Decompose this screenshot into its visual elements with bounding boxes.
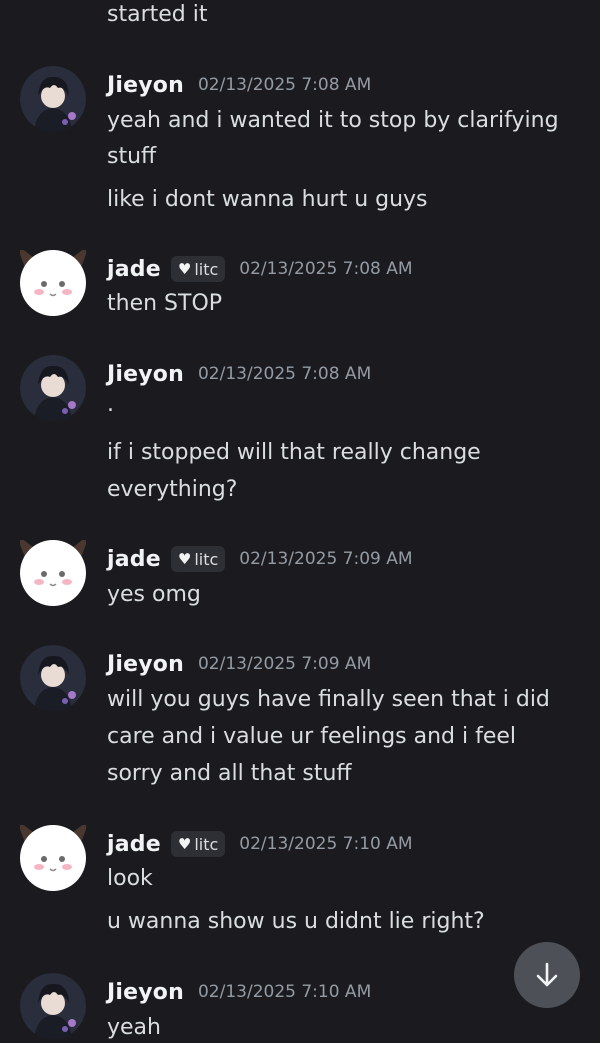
message-line: like i dont wanna hurt u guys — [107, 187, 428, 212]
username[interactable]: jade — [107, 547, 161, 572]
message-line: then STOP — [107, 291, 223, 316]
avatar-jieyon[interactable] — [20, 973, 86, 1039]
tag-label: litc — [194, 259, 219, 279]
message-line: stuff — [107, 144, 157, 169]
message-line: started it — [107, 2, 208, 27]
message-line: yes omg — [107, 582, 201, 607]
message-header: Jieyon 02/13/2025 7:10 AM — [107, 977, 371, 1007]
role-tag[interactable]: ♥ litc — [170, 256, 226, 282]
avatar-jieyon[interactable] — [20, 645, 86, 711]
username[interactable]: jade — [107, 832, 161, 857]
message-header: jade ♥ litc 02/13/2025 7:08 AM — [107, 254, 413, 284]
message-line: everything? — [107, 477, 238, 502]
message-line: yeah — [107, 1015, 161, 1040]
timestamp: 02/13/2025 7:08 AM — [197, 75, 372, 95]
heart-icon: ♥ — [177, 260, 192, 278]
username[interactable]: Jieyon — [107, 980, 184, 1005]
username[interactable]: Jieyon — [107, 73, 184, 98]
message-header: Jieyon 02/13/2025 7:09 AM — [107, 649, 371, 679]
message-line: look — [107, 866, 153, 891]
heart-icon: ♥ — [177, 550, 192, 568]
message-line: sorry and all that stuff — [107, 761, 352, 786]
scroll-to-bottom-button[interactable] — [514, 942, 580, 1008]
username[interactable]: jade — [107, 257, 161, 282]
avatar-jade[interactable] — [20, 250, 86, 316]
timestamp: 02/13/2025 7:09 AM — [239, 549, 413, 569]
message-line: will you guys have finally seen that i d… — [107, 687, 550, 712]
role-tag[interactable]: ♥ litc — [170, 546, 226, 572]
timestamp: 02/13/2025 7:10 AM — [239, 834, 413, 854]
message-header: jade ♥ litc 02/13/2025 7:10 AM — [107, 829, 413, 859]
avatar-jieyon[interactable] — [20, 66, 86, 132]
avatar-jade[interactable] — [20, 825, 86, 891]
arrow-down-icon — [536, 962, 558, 987]
username[interactable]: Jieyon — [107, 652, 184, 677]
message-header: Jieyon 02/13/2025 7:08 AM — [107, 359, 371, 389]
timestamp: 02/13/2025 7:08 AM — [197, 364, 372, 384]
message-line: if i stopped will that really change — [107, 440, 481, 465]
role-tag[interactable]: ♥ litc — [170, 831, 226, 857]
message-header: jade ♥ litc 02/13/2025 7:09 AM — [107, 544, 413, 574]
tag-label: litc — [194, 834, 219, 854]
message-line: . — [107, 392, 114, 417]
timestamp: 02/13/2025 7:10 AM — [197, 982, 372, 1002]
avatar-jieyon[interactable] — [20, 355, 86, 421]
message-header: Jieyon 02/13/2025 7:08 AM — [107, 70, 371, 100]
username[interactable]: Jieyon — [107, 362, 184, 387]
message-line: u wanna show us u didnt lie right? — [107, 909, 485, 934]
heart-icon: ♥ — [177, 835, 192, 853]
avatar-jade[interactable] — [20, 540, 86, 606]
timestamp: 02/13/2025 7:08 AM — [239, 259, 413, 279]
message-line: yeah and i wanted it to stop by clarifyi… — [107, 108, 559, 133]
message-line: care and i value ur feelings and i feel — [107, 724, 517, 749]
timestamp: 02/13/2025 7:09 AM — [197, 654, 372, 674]
tag-label: litc — [194, 549, 219, 569]
